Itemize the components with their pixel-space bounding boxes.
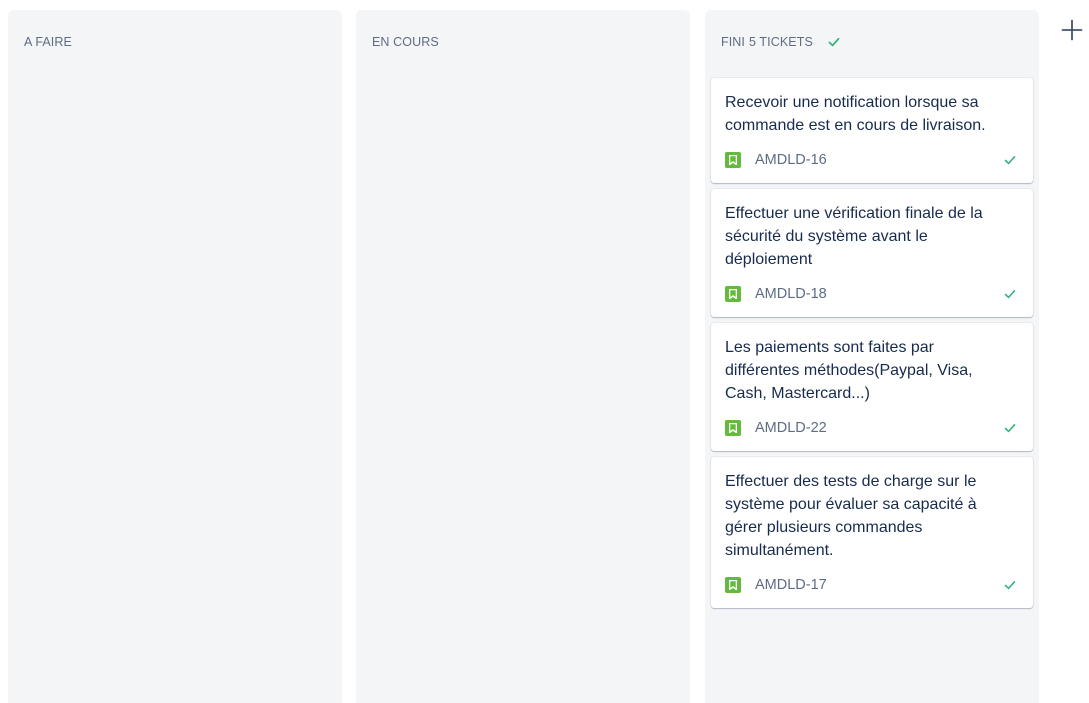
add-column-button[interactable] [1058,16,1086,44]
story-bookmark-icon [725,152,741,168]
column-title: A FAIRE [24,35,72,49]
issue-card[interactable]: Effectuer une vérification finale de la … [711,189,1033,317]
column-title: EN COURS [372,35,439,49]
card-footer: AMDLD-17 [725,562,1019,608]
card-footer: AMDLD-16 [725,137,1019,183]
card-footer: AMDLD-18 [725,271,1019,317]
column-in-progress[interactable]: EN COURS [356,10,690,703]
plus-icon [1061,19,1083,41]
column-header: A FAIRE [8,10,342,74]
column-todo[interactable]: A FAIRE [8,10,342,703]
checkmark-icon [1004,581,1016,590]
card-summary: Effectuer des tests de charge sur le sys… [725,473,977,559]
card-summary: Effectuer une vérification finale de la … [725,205,983,268]
issue-card[interactable]: Les paiements sont faites par différente… [711,323,1033,451]
column-header: EN COURS [356,10,690,74]
card-list: Recevoir une notification lorsque sa com… [711,78,1033,614]
checkmark-icon [1004,156,1016,165]
column-done[interactable]: FINI 5 TICKETS Recevoir une notification… [705,10,1039,703]
story-bookmark-icon [725,420,741,436]
story-bookmark-icon [725,286,741,302]
column-issue-count: 5 TICKETS [749,35,813,49]
issue-key[interactable]: AMDLD-18 [755,286,827,302]
card-footer: AMDLD-22 [725,405,1019,451]
card-summary: Recevoir une notification lorsque sa com… [725,94,986,134]
story-bookmark-icon [725,577,741,593]
column-title: FINI [721,35,746,49]
issue-card[interactable]: Effectuer des tests de charge sur le sys… [711,457,1033,608]
checkmark-icon [1004,290,1016,299]
column-header: FINI 5 TICKETS [705,10,1039,74]
issue-key[interactable]: AMDLD-22 [755,420,827,436]
issue-card[interactable]: Recevoir une notification lorsque sa com… [711,78,1033,183]
card-summary: Les paiements sont faites par différente… [725,339,973,402]
issue-key[interactable]: AMDLD-16 [755,152,827,168]
checkmark-icon [828,37,840,47]
issue-key[interactable]: AMDLD-17 [755,577,827,593]
kanban-board: A FAIRE EN COURS FINI 5 TICKETS Recevoir… [0,0,1089,703]
checkmark-icon [1004,424,1016,433]
